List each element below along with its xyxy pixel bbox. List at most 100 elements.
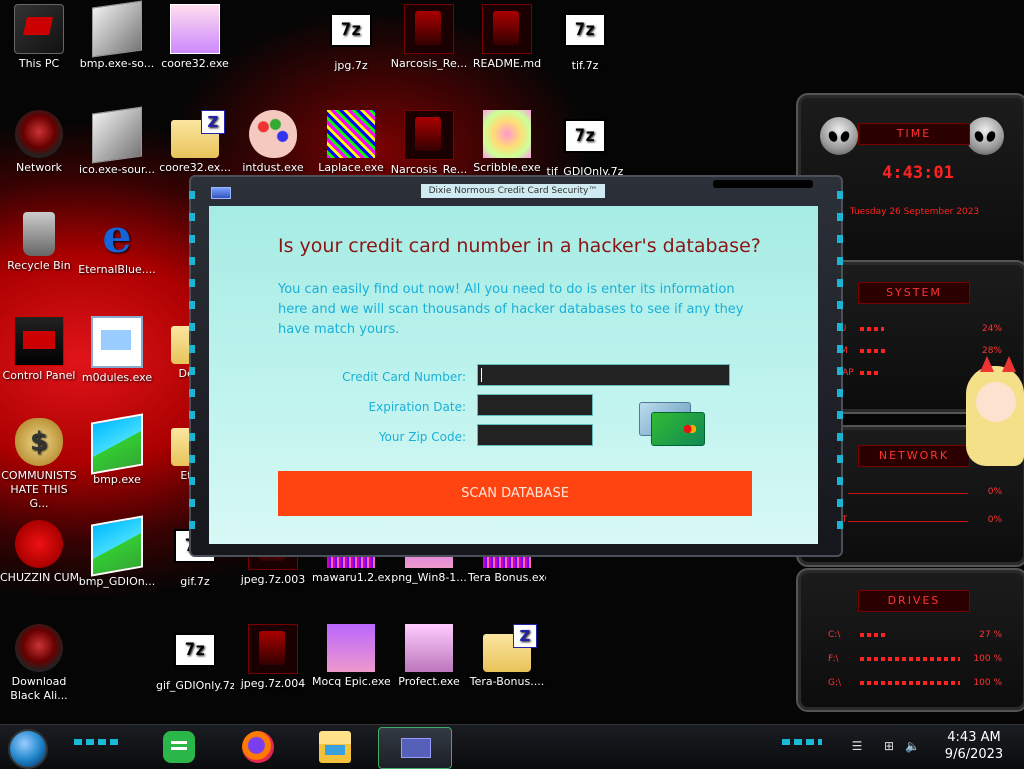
gadget-level-bar [860,681,960,685]
desktop-icon-label: m0dules.exe [81,371,153,384]
desktop-icon-chuzzin-cum[interactable]: CHUZZIN CUM [0,520,78,585]
desktop-icon-narcosis-re[interactable]: Narcosis_Re... [390,4,468,71]
source-icon [92,106,142,164]
expiration-date-input[interactable] [477,394,593,416]
anime-icon [170,4,220,54]
window-icon [91,316,143,368]
zip-code-input[interactable] [477,424,593,446]
desktop-icon-bmp-exe[interactable]: bmp.exe [78,413,156,487]
credit-cards-icon [639,402,705,446]
desktop-icon-download-black-ali[interactable]: Download Black Ali... [0,624,78,703]
desktop-icon-tif-7z[interactable]: 7z tif.7z [546,4,624,73]
gadget-row-value: 28% [981,346,1002,356]
desktop-icon-ico-exe-source[interactable]: ico.exe-sour... [78,106,156,177]
expiration-date-label: Expiration Date: [368,400,466,414]
desktop-icon-label: Control Panel [2,369,76,382]
window-edge-right [837,191,843,535]
volume-icon[interactable]: 🔈 [905,739,920,753]
gadget-row-value: 0% [987,515,1002,525]
gadget-row: IN0% [828,487,1002,497]
desktop-icon-jpg-7z[interactable]: 7z jpg.7z [312,4,390,73]
exe-red-icon [404,4,454,54]
exe-red-icon [404,110,454,160]
desktop-icon-coore32-exe[interactable]: coore32.exe [156,4,234,71]
system-gadget-title: SYSTEM [858,282,970,304]
desktop-icon-recycle-bin[interactable]: Recycle Bin [0,212,78,273]
image-icon [91,413,143,475]
desktop-icon-tif-gdionly-7z[interactable]: 7z tif_GDIOnly.7z [546,110,624,179]
firefox-icon[interactable] [242,731,274,763]
desktop-icon-scribble-exe[interactable]: Scribble.exe [468,110,546,175]
network-graph-out [848,521,968,522]
desktop-icon-label: Scribble.exe [473,161,541,174]
desktop-icon-bmp-gdion[interactable]: bmp_GDIOn... [78,515,156,589]
desktop-icon-mocq-epic-exe[interactable]: Mocq Epic.exe [312,624,390,689]
desktop-icon-eternalblue[interactable]: e EternalBlue.... [78,212,156,277]
alien-head-icon [966,117,1004,155]
credit-card-security-window[interactable]: Dixie Normous Credit Card Security™ Is y… [189,175,843,557]
desktop-icon-label: tif.7z [571,59,599,72]
sevenz-icon: 7z [330,13,372,47]
desktop-icon-gif-gdionly-7z[interactable]: 7z gif_GDIOnly.7z [156,624,234,693]
file-explorer-icon[interactable] [319,731,351,763]
desktop-icon-label: EternalBlue.... [78,263,156,276]
desktop-icon-m0dules-exe[interactable]: m0dules.exe [78,316,156,385]
ie-icon: e [102,209,132,263]
window-titlebar[interactable]: Dixie Normous Credit Card Security™ [191,177,841,203]
desktop-icon-label: Network [16,161,62,174]
desktop-icon-control-panel[interactable]: Control Panel [0,316,78,383]
desktop-icon-laplace-exe[interactable]: Laplace.exe [312,110,390,175]
money-icon: $ [15,418,63,466]
taskbar-clock[interactable]: 4:43 AM 9/6/2023 [936,729,1012,763]
desktop-icon-communists[interactable]: $ COMMUNISTS HATE THIS G... [0,418,78,511]
desktop-icon-profect-exe[interactable]: Profect.exe [390,624,468,689]
scan-database-button[interactable]: SCAN DATABASE [278,471,752,516]
desktop-icon-bmp-exe-source[interactable]: bmp.exe-so... [78,0,156,71]
alien-icon [15,624,63,672]
desktop-icon-label: Mocq Epic.exe [312,675,390,688]
desktop-icon-intdust-exe[interactable]: intdust.exe [234,110,312,175]
desktop-icon-jpeg-7z-004[interactable]: jpeg.7z.004 [234,624,312,691]
network-graph-in [848,493,968,494]
gadget-level-bar [860,371,878,375]
pc-icon [14,4,64,54]
sevenz-icon: 7z [564,119,606,153]
gadget-row-label: G:\ [828,678,842,688]
gadget-row-value: 24% [981,324,1002,334]
desktop-icon-network[interactable]: Network [0,110,78,175]
gadget-row-value: 100 % [973,678,1002,688]
star-character-sticker [962,356,1024,476]
gadget-level-bar [860,349,888,353]
desktop-icon-this-pc[interactable]: This PC [0,4,78,71]
notes-app-icon[interactable] [163,731,195,763]
drives-gadget[interactable]: DRIVES C:\ 27 % F:\ 100 % G:\ 100 % [796,568,1024,712]
desktop-icon-label: bmp.exe-so... [79,57,155,70]
desktop-icon-label: bmp_GDIOn... [78,575,156,588]
card-number-input[interactable] [477,364,730,386]
desktop-icon-label: CHUZZIN CUM [0,571,78,584]
desktop-icon-label: intdust.exe [242,161,304,174]
gadget-row-value: 27 % [979,630,1002,640]
show-desktop-icon[interactable]: ☰ [850,739,864,753]
gadget-level-bar [860,657,960,661]
source-icon [92,0,142,58]
card-number-label: Credit Card Number: [342,370,466,384]
desktop-icon-label: Recycle Bin [7,259,71,272]
desktop-icon-narcosis-re-2[interactable]: Narcosis_Re... [390,110,468,177]
purple-icon [327,624,375,672]
sevenz-icon: 7z [564,13,606,47]
dialog-headline: Is your credit card number in a hacker's… [278,235,761,257]
desktop-icon-readme-md[interactable]: README.md [468,4,546,71]
credit-card-app-taskbar-button[interactable] [378,727,452,769]
desktop-icon-coore32-exe-2[interactable]: Zcoore32.ex... [156,110,234,175]
taskbar: ☰ ⊞ 🔈 4:43 AM 9/6/2023 [0,724,1024,769]
network-tray-icon[interactable]: ⊞ [882,739,896,753]
desktop-icon-label: gif.7z [180,575,210,588]
window-edge-left [189,191,195,535]
darkpink-icon [405,624,453,672]
start-button[interactable] [8,729,48,769]
desktop-icon-tera-bonus-folder[interactable]: Z Tera-Bonus.... [468,624,546,689]
gadget-row: RAM28% [828,346,1002,356]
alien-icon [15,110,63,158]
noise-icon [327,110,375,158]
